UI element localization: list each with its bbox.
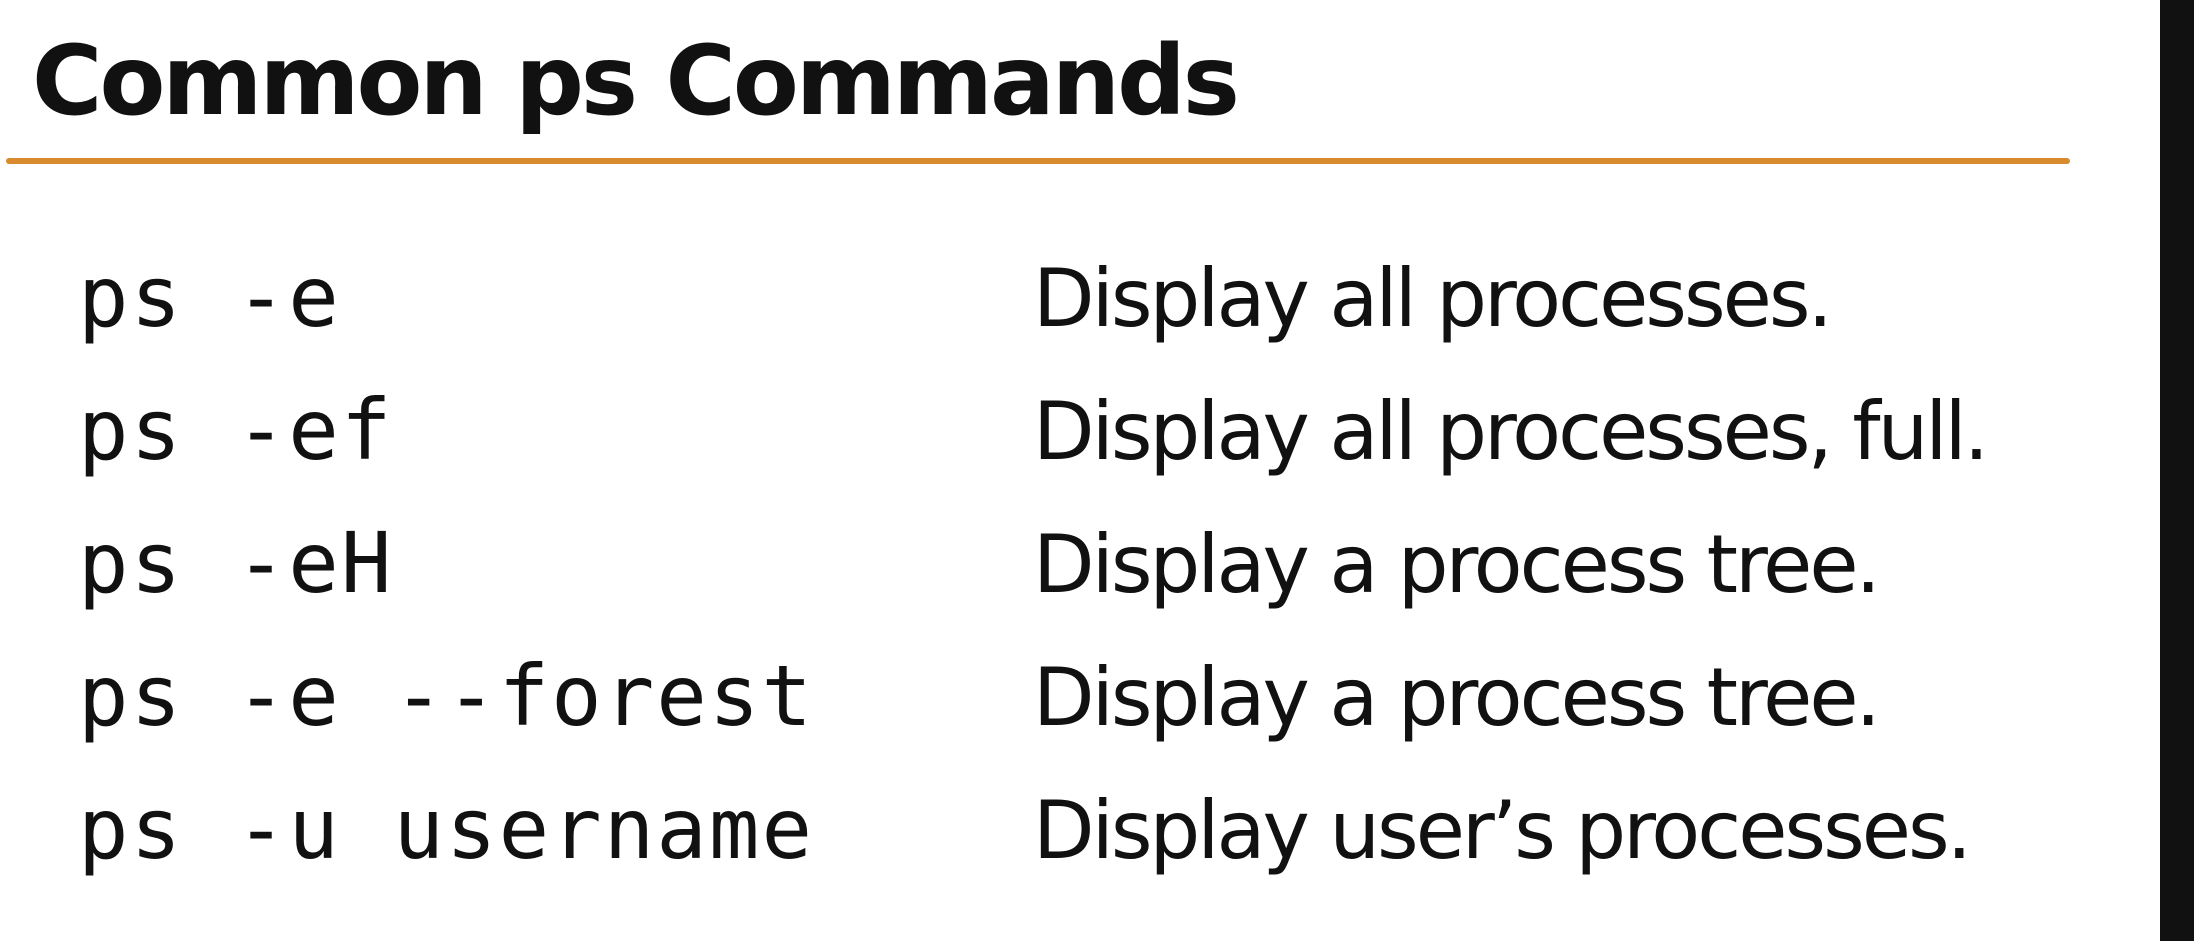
right-border	[2160, 0, 2194, 941]
slide-title: Common ps Commands	[32, 25, 1240, 137]
command-list: ps -e Display all processes. ps -ef Disp…	[78, 248, 2158, 913]
command-text: ps -u username	[78, 780, 815, 878]
command-description: Display user’s processes.	[1033, 784, 1972, 877]
command-row: ps -eH Display a process tree.	[78, 514, 2158, 647]
command-description: Display all processes.	[1033, 252, 1833, 345]
command-description: Display a process tree.	[1033, 518, 1881, 611]
command-text: ps -ef	[78, 381, 394, 479]
command-text: ps -e --forest	[78, 647, 815, 745]
command-text: ps -e	[78, 248, 341, 346]
command-row: ps -e --forest Display a process tree.	[78, 647, 2158, 780]
title-underline	[6, 158, 2070, 164]
command-row: ps -e Display all processes.	[78, 248, 2158, 381]
command-description: Display a process tree.	[1033, 651, 1881, 744]
command-row: ps -u username Display user’s processes.	[78, 780, 2158, 913]
command-description: Display all processes, full.	[1033, 385, 1989, 478]
command-row: ps -ef Display all processes, full.	[78, 381, 2158, 514]
command-text: ps -eH	[78, 514, 394, 612]
slide: Common ps Commands ps -e Display all pro…	[0, 0, 2160, 941]
